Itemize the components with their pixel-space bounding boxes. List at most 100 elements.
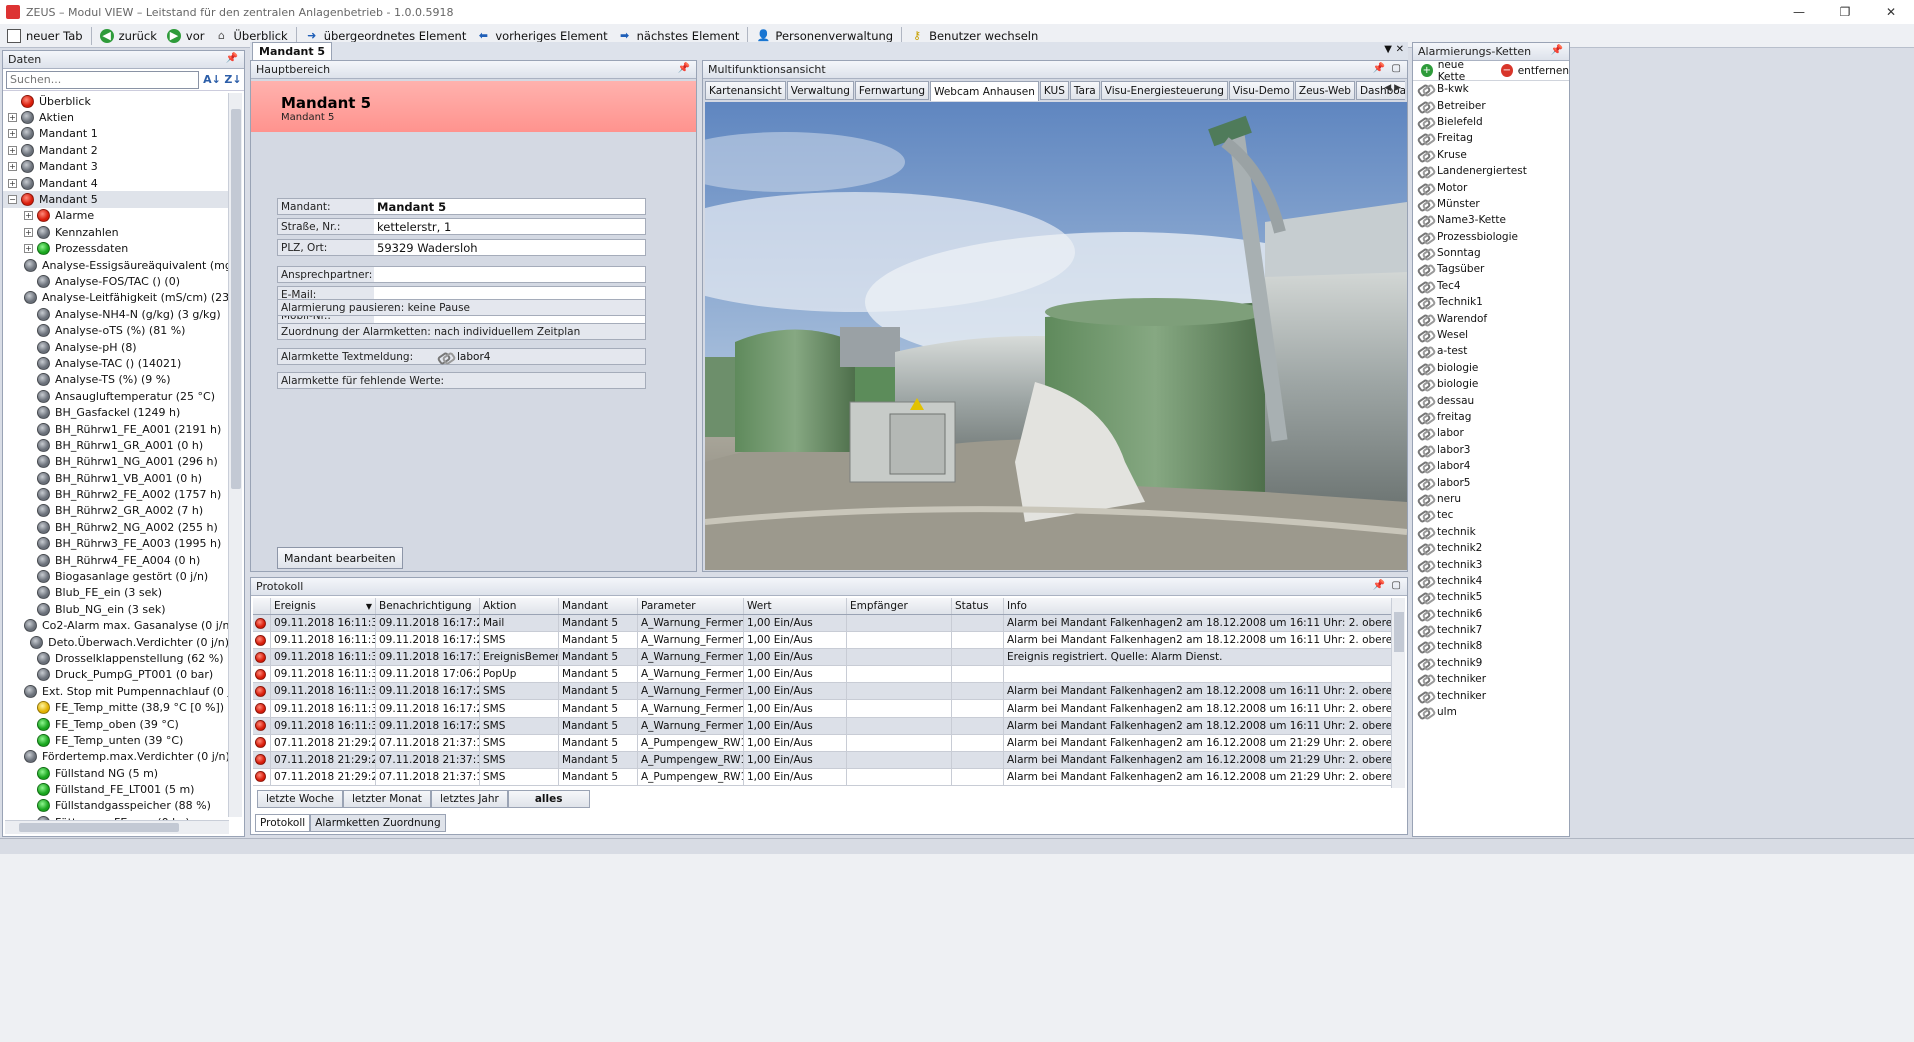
tree-item[interactable]: Analyse-NH4-N (g/kg) (3 g/kg) xyxy=(3,306,229,322)
protocol-scrollbar[interactable] xyxy=(1391,598,1405,788)
new-chain-button[interactable]: neue Kette xyxy=(1438,59,1489,83)
alarm-chain-item[interactable]: technik xyxy=(1413,524,1569,540)
alarm-chain-item[interactable]: Sonntag xyxy=(1413,245,1569,261)
alarm-chain-item[interactable]: Wesel xyxy=(1413,327,1569,343)
alarm-chain-item[interactable]: technik4 xyxy=(1413,573,1569,589)
tree-item[interactable]: + Mandant 4 xyxy=(3,175,229,191)
alarm-chain-item[interactable]: labor xyxy=(1413,425,1569,441)
tree-item[interactable]: Ansaugluftemperatur (25 °C) xyxy=(3,388,229,404)
table-row[interactable]: 09.11.2018 16:11:39 09.11.2018 16:17:25 SM… xyxy=(253,683,1392,701)
alarm-text-row[interactable]: Alarmkette Textmeldung: labor4 xyxy=(277,348,646,365)
remove-chain-button[interactable]: entfernen xyxy=(1518,65,1569,77)
table-row[interactable]: 09.11.2018 16:11:39 09.11.2018 16:17:25 SM… xyxy=(253,717,1392,735)
tree-item[interactable]: Füllstandgasspeicher (88 %) xyxy=(3,798,229,814)
tree-vertical-scrollbar[interactable] xyxy=(228,93,242,817)
expand-icon[interactable]: + xyxy=(8,129,17,139)
pin-icon[interactable]: 📌 xyxy=(1551,45,1563,56)
alarm-chain-item[interactable]: Motor xyxy=(1413,179,1569,195)
tree-item[interactable]: Überblick xyxy=(3,93,229,109)
alarm-chain-item[interactable]: labor4 xyxy=(1413,458,1569,474)
tree-item[interactable]: FE_Temp_mitte (38,9 °C [0 %]) xyxy=(3,699,229,715)
table-row[interactable]: 07.11.2018 21:29:28 07.11.2018 21:37:13 SM… xyxy=(253,751,1392,769)
tree-item[interactable]: Analyse-pH (8) xyxy=(3,339,229,355)
tree-item[interactable]: Analyse-Essigsäureäquivalent (mg/kg) (1 xyxy=(3,257,229,273)
alarm-chain-item[interactable]: Betreiber xyxy=(1413,97,1569,113)
tree-item[interactable]: BH_Rührw1_VB_A001 (0 h) xyxy=(3,470,229,486)
alarm-chain-item[interactable]: B-kwk xyxy=(1413,81,1569,97)
tree-horizontal-scrollbar[interactable] xyxy=(5,820,229,834)
maximize-icon[interactable]: ❐ xyxy=(1822,0,1868,24)
tab-fernwartung[interactable]: Fernwartung xyxy=(854,81,930,100)
column-header[interactable]: Benachrichtigung xyxy=(376,598,480,614)
new-tab-button[interactable]: neuer Tab xyxy=(2,26,88,46)
bottom-tab[interactable]: Protokoll xyxy=(255,814,311,832)
alarm-chain-item[interactable]: Freitag xyxy=(1413,130,1569,146)
tree-item[interactable]: + Mandant 1 xyxy=(3,126,229,142)
expand-icon[interactable]: + xyxy=(8,162,17,172)
range-button[interactable]: letzter Monat xyxy=(343,790,431,808)
tree-item[interactable]: + Mandant 2 xyxy=(3,142,229,158)
tab-visu-demo[interactable]: Visu-Demo xyxy=(1228,81,1294,100)
tree-item[interactable]: Analyse-TAC () (14021) xyxy=(3,355,229,371)
alarm-chain-item[interactable]: technik2 xyxy=(1413,540,1569,556)
tree-item[interactable]: Analyse-oTS (%) (81 %) xyxy=(3,322,229,338)
tab-scroll-arrows[interactable]: ◀ ▶ xyxy=(1384,83,1401,93)
alarm-chain-item[interactable]: labor3 xyxy=(1413,442,1569,458)
table-row[interactable]: 09.11.2018 16:11:39 09.11.2018 17:06:29 Po… xyxy=(253,666,1392,684)
tree-item[interactable]: BH_Rührw2_NG_A002 (255 h) xyxy=(3,519,229,535)
pin-icon[interactable]: 📌 xyxy=(1373,63,1385,74)
expand-icon[interactable]: + xyxy=(24,227,33,237)
alarm-chain-item[interactable]: Bielefeld xyxy=(1413,114,1569,130)
table-row[interactable]: 07.11.2018 21:29:28 07.11.2018 21:37:13 SM… xyxy=(253,734,1392,752)
alarm-chain-item[interactable]: Technik1 xyxy=(1413,294,1569,310)
tree-item[interactable]: Deto.Überwach.Verdichter (0 j/n) xyxy=(3,634,229,650)
tab-webcam-anhausen[interactable]: Webcam Anhausen xyxy=(930,81,1039,101)
alarm-chain-item[interactable]: Prozessbiologie xyxy=(1413,229,1569,245)
column-header[interactable]: Aktion xyxy=(480,598,559,614)
field-value[interactable]: kettelerstr, 1 xyxy=(374,219,645,234)
tree-item[interactable]: Druck_PumpG_PT001 (0 bar) xyxy=(3,667,229,683)
tree-item[interactable]: BH_Rührw1_GR_A001 (0 h) xyxy=(3,437,229,453)
alarm-chain-item[interactable]: tec xyxy=(1413,507,1569,523)
tab-kus[interactable]: KUS xyxy=(1039,81,1069,100)
tree-item[interactable]: Fördertemp.max.Verdichter (0 j/n) xyxy=(3,749,229,765)
column-header[interactable]: Ereignis ▼ xyxy=(271,598,376,614)
table-row[interactable]: 07.11.2018 21:29:28 07.11.2018 21:37:13 SM… xyxy=(253,768,1392,786)
tree-item[interactable]: Analyse-TS (%) (9 %) xyxy=(3,372,229,388)
expand-icon[interactable]: + xyxy=(24,211,33,221)
tree-item[interactable]: Drosselklappenstellung (62 %) xyxy=(3,650,229,666)
pin-icon[interactable]: 📌 xyxy=(226,53,238,64)
tab-verwaltung[interactable]: Verwaltung xyxy=(786,81,854,100)
tab-zeus-web[interactable]: Zeus-Web xyxy=(1294,81,1355,100)
tree-item[interactable]: BH_Rührw1_NG_A001 (296 h) xyxy=(3,454,229,470)
tree-item[interactable]: − Mandant 5 xyxy=(3,191,229,208)
tree-item[interactable]: Analyse-FOS/TAC () (0) xyxy=(3,273,229,289)
field-value[interactable]: Mandant 5 xyxy=(374,199,645,214)
alarm-chain-item[interactable]: Name3-Kette xyxy=(1413,212,1569,228)
alarm-chain-item[interactable]: Kruse xyxy=(1413,147,1569,163)
alarm-chain-item[interactable]: Landenergiertest xyxy=(1413,163,1569,179)
alarm-missing-row[interactable]: Alarmkette für fehlende Werte: xyxy=(277,372,646,389)
alarm-chain-item[interactable]: technik7 xyxy=(1413,622,1569,638)
alarm-chain-item[interactable]: technik9 xyxy=(1413,655,1569,671)
table-row[interactable]: 09.11.2018 16:11:39 09.11.2018 16:17:19 Er… xyxy=(253,649,1392,667)
field-value[interactable]: 59329 Wadersloh xyxy=(374,240,645,255)
alarm-chain-item[interactable]: techniker xyxy=(1413,687,1569,703)
range-button[interactable]: letzte Woche xyxy=(257,790,343,808)
alarm-chain-item[interactable]: Warendof xyxy=(1413,310,1569,326)
tab-kartenansicht[interactable]: Kartenansicht xyxy=(705,81,786,100)
tab-visu-energiesteuerung[interactable]: Visu-Energiesteuerung xyxy=(1100,81,1228,100)
sort-ascending-icon[interactable]: A↓ xyxy=(203,72,221,88)
alarm-assign-row[interactable]: Zuordnung der Alarmketten: nach individu… xyxy=(277,323,646,340)
tree-item[interactable]: + Kennzahlen xyxy=(3,224,229,240)
column-header[interactable]: Parameter xyxy=(638,598,744,614)
alarm-chain-item[interactable]: neru xyxy=(1413,491,1569,507)
alarm-chain-item[interactable]: biologie xyxy=(1413,376,1569,392)
tree-item[interactable]: Blub_FE_ein (3 sek) xyxy=(3,585,229,601)
column-header[interactable]: Empfänger xyxy=(847,598,952,614)
column-header[interactable]: Mandant xyxy=(559,598,638,614)
tree-item[interactable]: BH_Rührw2_FE_A002 (1757 h) xyxy=(3,486,229,502)
collapse-icon[interactable]: − xyxy=(8,195,17,205)
tree-item[interactable]: + Aktien xyxy=(3,109,229,125)
column-header[interactable]: Status xyxy=(952,598,1004,614)
